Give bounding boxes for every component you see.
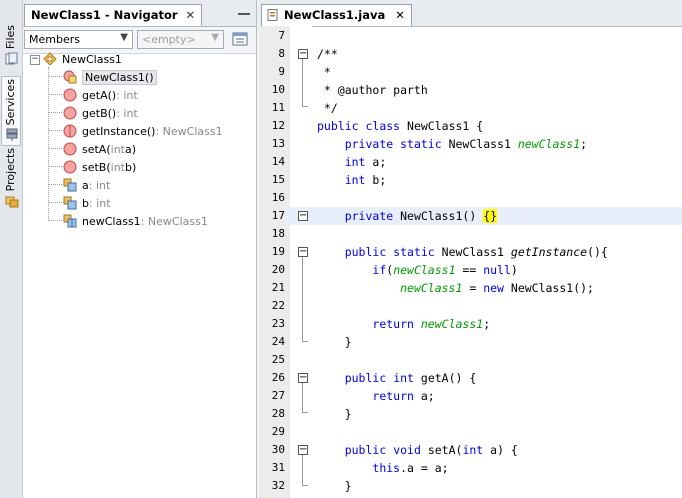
code-line: 21 newClass1 = new NewClass1(); bbox=[271, 281, 594, 295]
code-line: 12 public class NewClass1 { bbox=[271, 119, 484, 133]
close-icon[interactable]: ✕ bbox=[395, 8, 405, 22]
projects-tab[interactable]: Projects bbox=[1, 147, 21, 212]
code-line: 27 return a; bbox=[271, 389, 435, 403]
code-line: 7 bbox=[278, 29, 285, 42]
static-field-icon bbox=[63, 214, 77, 228]
method-icon bbox=[63, 160, 77, 174]
navigator-config-icon[interactable] bbox=[232, 32, 248, 47]
field-icon bbox=[63, 196, 77, 210]
code-line: 31 this.a = a; bbox=[271, 461, 449, 475]
code-line: 23 return newClass1; bbox=[271, 317, 491, 331]
method-icon bbox=[63, 142, 77, 156]
tree-root[interactable]: NewClass1 bbox=[43, 50, 122, 68]
code-line: 18 bbox=[271, 227, 285, 240]
code-line: 30 public void setA(int a) { bbox=[271, 443, 518, 457]
editor-tab-title: NewClass1.java bbox=[284, 8, 386, 22]
close-icon[interactable]: ✕ bbox=[186, 8, 196, 22]
scope-dropdown: <empty> ▼ bbox=[137, 30, 224, 49]
services-tab[interactable]: Services bbox=[1, 76, 21, 146]
code-line: 15 int b; bbox=[271, 173, 387, 187]
method-icon bbox=[63, 88, 77, 102]
list-item[interactable]: a : int bbox=[63, 176, 110, 194]
field-icon bbox=[63, 178, 77, 192]
files-tab-label: Files bbox=[4, 24, 17, 49]
services-tab-label: Services bbox=[4, 78, 17, 125]
class-icon bbox=[43, 52, 57, 66]
side-tab-strip: Files Services Projects bbox=[0, 0, 23, 498]
code-line: 29 bbox=[271, 425, 285, 438]
constructor-icon bbox=[63, 70, 77, 84]
code-line: 10 * @author parth bbox=[271, 83, 428, 97]
code-line: 25 bbox=[271, 353, 285, 366]
editor-tab[interactable]: NewClass1.java ✕ bbox=[261, 4, 412, 26]
collapse-icon[interactable]: − bbox=[30, 55, 40, 65]
scope-dropdown-value: <empty> bbox=[142, 33, 196, 46]
list-item[interactable]: newClass1 : NewClass1 bbox=[63, 212, 208, 230]
code-line: 26 public int getA() { bbox=[271, 371, 477, 385]
list-item[interactable]: setA(int a) bbox=[63, 140, 136, 158]
code-line: 16 bbox=[271, 191, 285, 204]
current-code-line: 17 private NewClass1() {} bbox=[259, 207, 682, 225]
code-line: 28 } bbox=[271, 407, 352, 421]
list-item[interactable]: b : int bbox=[63, 194, 111, 212]
editor-tab-bar: NewClass1.java ✕ bbox=[259, 0, 682, 27]
code-line: 22 bbox=[271, 299, 285, 312]
tree-root-label: NewClass1 bbox=[62, 52, 122, 66]
projects-tab-label: Projects bbox=[4, 147, 17, 191]
static-method-icon bbox=[63, 124, 77, 138]
navigator-tab[interactable]: NewClass1 - Navigator ✕ bbox=[24, 4, 203, 26]
navigator-panel: NewClass1 - Navigator ✕ Members ▼ <empty> ▼… bbox=[23, 0, 257, 498]
chevron-down-icon: ▼ bbox=[211, 32, 219, 43]
fold-toggle-icon[interactable]: − bbox=[298, 247, 308, 257]
files-tab[interactable]: Files bbox=[1, 4, 21, 70]
members-dropdown-value: Members bbox=[29, 33, 80, 46]
code-line: 13 private static NewClass1 newClass1; bbox=[271, 137, 588, 151]
fold-toggle-icon[interactable]: − bbox=[298, 445, 308, 455]
java-file-icon bbox=[267, 9, 278, 21]
projects-icon bbox=[5, 196, 19, 208]
code-line: 19 public static NewClass1 getInstance()… bbox=[271, 245, 608, 259]
method-icon bbox=[63, 106, 77, 120]
code-line: 9 * bbox=[278, 65, 331, 79]
code-line: 11 */ bbox=[271, 101, 338, 115]
members-dropdown[interactable]: Members ▼ bbox=[24, 30, 133, 49]
code-line: 8/** bbox=[278, 47, 338, 61]
fold-toggle-icon[interactable]: − bbox=[298, 49, 308, 59]
code-line: 32 } bbox=[271, 479, 352, 493]
chevron-down-icon: ▼ bbox=[120, 32, 128, 43]
fold-toggle-icon[interactable]: − bbox=[298, 373, 308, 383]
list-item[interactable]: NewClass1() bbox=[63, 68, 157, 86]
list-item[interactable]: getInstance() : NewClass1 bbox=[63, 122, 223, 140]
minimize-icon[interactable] bbox=[238, 6, 250, 16]
code-line: 14 int a; bbox=[271, 155, 387, 169]
list-item[interactable]: getB() : int bbox=[63, 104, 138, 122]
navigator-tab-title: NewClass1 - Navigator bbox=[31, 8, 178, 22]
fold-toggle-icon[interactable]: − bbox=[298, 211, 308, 221]
files-icon bbox=[5, 52, 18, 65]
navigator-tab-bar: NewClass1 - Navigator ✕ bbox=[23, 0, 256, 27]
list-item[interactable]: setB(int b) bbox=[63, 158, 136, 176]
code-editor: NewClass1.java ✕ 7 8/** 9 * 10 * @author … bbox=[259, 0, 682, 498]
code-line: 20 if(newClass1 == null) bbox=[271, 263, 518, 277]
services-icon bbox=[6, 128, 18, 141]
code-line: 24 } bbox=[271, 335, 352, 349]
list-item[interactable]: getA() : int bbox=[63, 86, 138, 104]
